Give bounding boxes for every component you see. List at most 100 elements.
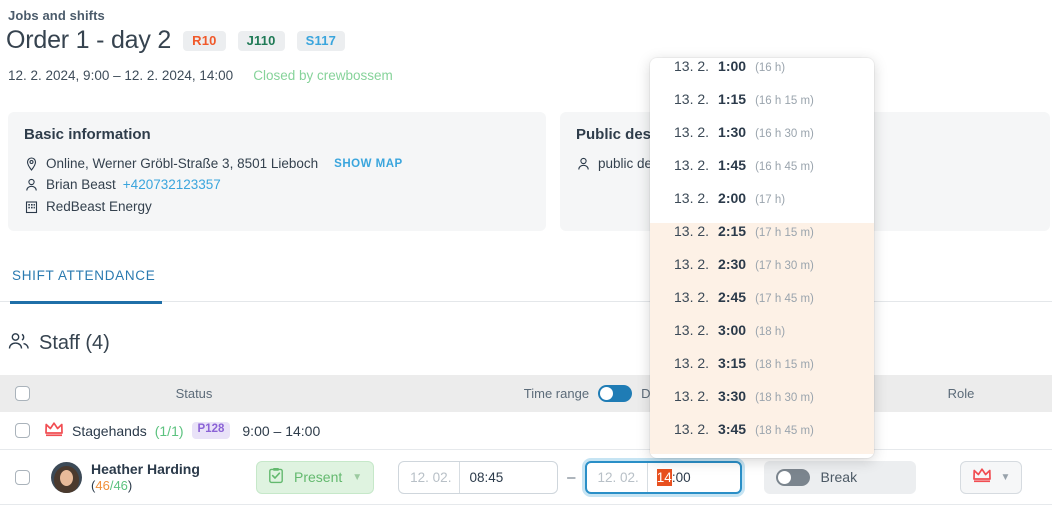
time-option-duration: (16 h 15 m): [755, 95, 814, 107]
time-option[interactable]: 13. 2. 2:45 (17 h 45 m): [650, 289, 874, 322]
table-row-group[interactable]: Stagehands (1/1) P128 9:00 – 14:00: [0, 412, 1052, 450]
staff-name: Heather Harding: [91, 460, 200, 477]
subtitle-row: 12. 2. 2024, 9:00 – 12. 2. 2024, 14:00 C…: [8, 68, 393, 83]
group-checkbox[interactable]: [14, 423, 30, 438]
end-time-value[interactable]: 14:00: [648, 468, 702, 486]
group-select-cell[interactable]: [0, 423, 44, 438]
person-icon: [24, 178, 39, 193]
time-option[interactable]: 13. 2. 3:45 (18 h 45 m): [650, 421, 874, 454]
time-option-duration: (17 h 45 m): [755, 293, 814, 305]
badge-s117[interactable]: S117: [296, 30, 346, 51]
time-option-duration: (18 h): [755, 326, 786, 338]
time-option-duration: (18 h 15 m): [755, 359, 814, 371]
chevron-down-icon: ▼: [1000, 471, 1011, 483]
attendance-status-label: Present: [294, 469, 343, 485]
contact-phone-link[interactable]: +420732123357: [123, 175, 221, 195]
group-count: (1/1): [154, 422, 184, 439]
time-option-time: 3:15: [718, 355, 747, 371]
time-option[interactable]: 13. 2. 2:15 (17 h 15 m): [650, 223, 874, 256]
time-option-time: 3:45: [718, 421, 747, 437]
end-time-rest-segment[interactable]: :00: [672, 470, 691, 485]
avatar-cell[interactable]: [44, 461, 88, 493]
location-text: Online, Werner Gröbl-Straße 3, 8501 Lieb…: [46, 156, 319, 171]
group-badge-p128[interactable]: P128: [191, 422, 231, 439]
tab-bar: SHIFT ATTENDANCE: [0, 262, 1052, 304]
time-option[interactable]: 13. 2. 1:30 (16 h 30 m): [650, 124, 874, 157]
basic-information-title: Basic information: [24, 126, 151, 143]
toggle-knob: [600, 387, 614, 400]
time-option-date: 13. 2.: [674, 157, 710, 173]
crown-icon: [44, 421, 64, 440]
start-time-value[interactable]: 08:45: [460, 470, 514, 485]
time-option-date: 13. 2.: [674, 58, 710, 74]
time-range-duration-toggle[interactable]: [598, 385, 633, 402]
badge-j110[interactable]: J110: [237, 30, 285, 51]
end-time-input[interactable]: 12. 02. 14:00: [584, 460, 742, 494]
time-option-time: 2:00: [718, 190, 747, 206]
break-toggle-group[interactable]: Break: [763, 460, 916, 494]
avatar[interactable]: [50, 461, 82, 493]
toggle-knob: [777, 470, 791, 484]
time-option[interactable]: 13. 2. 3:15 (18 h 15 m): [650, 355, 874, 388]
time-option-duration: (16 h 45 m): [755, 161, 814, 173]
avatar-face: [59, 469, 73, 486]
tab-shift-attendance[interactable]: SHIFT ATTENDANCE: [12, 268, 155, 296]
attendance-status-dropdown[interactable]: Present ▼: [256, 460, 375, 494]
time-option-duration: (17 h): [755, 194, 786, 206]
end-time-selected-segment[interactable]: 14: [656, 468, 672, 486]
contact-line: Brian Beast +420732123357: [24, 175, 530, 195]
time-option-date: 13. 2.: [674, 421, 710, 437]
time-option-time: 2:45: [718, 289, 747, 305]
break-label: Break: [820, 469, 858, 485]
select-all-checkbox[interactable]: [14, 386, 30, 401]
time-suggestion-dropdown[interactable]: 13. 2. 1:00 (16 h) 13. 2. 1:15 (16 h 15 m) 13.…: [650, 58, 874, 458]
staff-select-cell[interactable]: [0, 469, 44, 485]
time-option[interactable]: 13. 2. 3:00 (18 h): [650, 322, 874, 355]
staff-table: Status Time range Duration Role Stagehan…: [0, 375, 1052, 505]
time-option-time: 2:15: [718, 223, 747, 239]
column-header-role: Role: [947, 386, 975, 401]
time-range-label: Time range: [523, 386, 590, 401]
time-option[interactable]: 13. 2. 3:30 (18 h 30 m): [650, 388, 874, 421]
staff-checkbox[interactable]: [14, 469, 30, 485]
break-toggle[interactable]: [775, 468, 810, 486]
time-option-date: 13. 2.: [674, 388, 710, 404]
time-option-duration: (16 h): [755, 62, 786, 74]
group-time-range: 9:00 – 14:00: [242, 422, 321, 439]
breadcrumb[interactable]: Jobs and shifts: [8, 8, 105, 23]
time-range-separator: –: [567, 468, 576, 486]
time-option[interactable]: 13. 2. 1:45 (16 h 45 m): [650, 157, 874, 190]
start-date-value: 12. 02.: [399, 461, 461, 493]
time-option-date: 13. 2.: [674, 91, 710, 107]
time-option-duration: (17 h 15 m): [755, 227, 814, 239]
people-icon: [8, 332, 30, 355]
time-option-time: 1:30: [718, 124, 747, 140]
time-option-duration: (16 h 30 m): [755, 128, 814, 140]
table-row-staff[interactable]: Heather Harding (46/46) Present ▼ 12. 02…: [0, 450, 1052, 505]
time-option-date: 13. 2.: [674, 190, 710, 206]
rating-total: 46: [113, 478, 128, 494]
show-map-link[interactable]: SHOW MAP: [334, 156, 403, 173]
time-option[interactable]: 13. 2. 2:30 (17 h 30 m): [650, 256, 874, 289]
info-cards: Basic information Online, Werner Gröbl-S…: [8, 112, 1050, 231]
time-option[interactable]: 13. 2. 1:00 (16 h): [650, 58, 874, 91]
time-option-duration: (18 h 45 m): [755, 425, 814, 437]
title-row: Order 1 - day 2 R10 J110 S117: [6, 26, 346, 55]
page-title: Order 1 - day 2: [6, 26, 172, 54]
start-time-input[interactable]: 12. 02. 08:45: [398, 460, 559, 494]
group-name: Stagehands: [72, 422, 147, 439]
select-all-cell[interactable]: [0, 386, 44, 401]
badge-r10[interactable]: R10: [183, 30, 226, 51]
clipboard-check-icon: [268, 467, 284, 487]
person-icon: [576, 157, 591, 172]
tab-active-indicator: [10, 301, 162, 304]
time-option-time: 2:30: [718, 256, 747, 272]
time-option[interactable]: 13. 2. 1:15 (16 h 15 m): [650, 91, 874, 124]
time-option-date: 13. 2.: [674, 322, 710, 338]
role-dropdown-button[interactable]: ▼: [959, 460, 1023, 494]
time-option[interactable]: 13. 2. 2:00 (17 h): [650, 190, 874, 223]
time-option-date: 13. 2.: [674, 355, 710, 371]
column-header-status: Status: [175, 386, 213, 401]
time-option-time: 1:00: [718, 58, 747, 74]
end-date-value: 12. 02.: [587, 462, 648, 492]
